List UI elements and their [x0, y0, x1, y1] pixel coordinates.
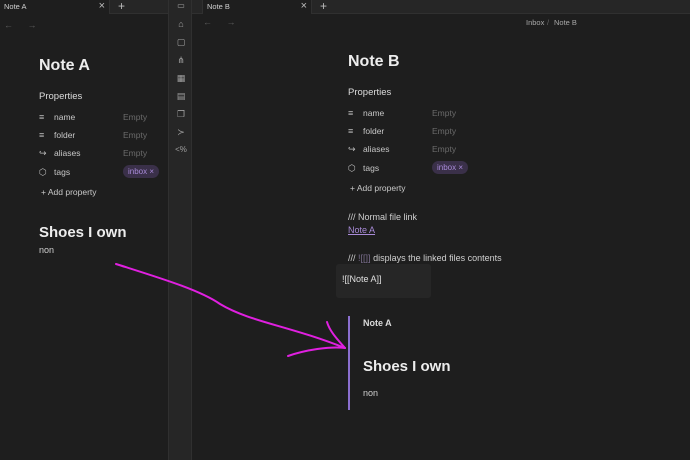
tag-inbox[interactable]: inbox ×: [432, 161, 469, 174]
text-icon: ≡: [39, 130, 45, 140]
forward-arrow-icon: ↪: [39, 148, 47, 158]
embedded-note[interactable]: Note A Shoes I own non: [348, 316, 498, 410]
property-value[interactable]: Empty: [123, 148, 147, 158]
text-icon: ≡: [348, 126, 354, 136]
property-row-aliases[interactable]: ↪ aliases Empty: [39, 148, 168, 162]
graph-icon[interactable]: ⋔: [175, 54, 187, 66]
close-icon[interactable]: ×: [99, 0, 105, 12]
calendar-icon[interactable]: ▤: [175, 90, 187, 102]
file-icon[interactable]: ▢: [175, 36, 187, 48]
text-icon: ≡: [39, 112, 45, 122]
property-row-tags[interactable]: ⬡ tags inbox ×: [348, 161, 488, 177]
property-key: folder: [363, 126, 385, 136]
property-key: folder: [54, 130, 76, 140]
note-title: Note B: [348, 53, 400, 70]
properties-heading: Properties: [348, 87, 392, 98]
home-icon[interactable]: ⌂: [175, 18, 187, 30]
internal-link-note-a[interactable]: Note A: [348, 225, 375, 235]
tab-bar: Note B × +: [192, 0, 690, 14]
copy-icon[interactable]: ❐: [175, 108, 187, 120]
embed-heading: Shoes I own: [363, 358, 451, 375]
close-icon[interactable]: ×: [301, 0, 307, 12]
property-value[interactable]: Empty: [432, 126, 456, 136]
new-tab-icon[interactable]: +: [118, 0, 125, 13]
sidebar-toggle-icon[interactable]: ▭: [175, 0, 187, 12]
inline-code: ![[]]: [358, 253, 371, 263]
property-value[interactable]: Empty: [432, 144, 456, 154]
breadcrumb-separator: /: [547, 18, 550, 27]
add-property-button[interactable]: + Add property: [41, 187, 97, 197]
property-value[interactable]: Empty: [432, 108, 456, 118]
add-property-button[interactable]: + Add property: [350, 183, 406, 193]
tab-label: Note A: [4, 2, 27, 11]
tab-note-b[interactable]: Note B ×: [202, 0, 312, 14]
property-key: name: [54, 112, 76, 122]
tag-icon: ⬡: [39, 167, 47, 177]
left-pane: Note A × + ← → Note A Properties ≡ name …: [0, 0, 168, 460]
new-tab-icon[interactable]: +: [320, 0, 327, 13]
property-row-name[interactable]: ≡ name Empty: [348, 108, 488, 122]
embed-body: non: [363, 388, 379, 398]
property-key: tags: [363, 163, 380, 173]
grid-icon[interactable]: ▦: [175, 72, 187, 84]
nav-arrows[interactable]: ← →: [4, 20, 43, 30]
tag-inbox[interactable]: inbox ×: [123, 165, 160, 178]
breadcrumb-folder[interactable]: Inbox: [526, 18, 544, 27]
code-text: ![[Note A]]: [342, 274, 382, 284]
tab-note-a[interactable]: Note A ×: [0, 0, 110, 14]
ribbon: ▭ ⌂ ▢ ⋔ ▦ ▤ ❐ ≻ <%: [168, 0, 192, 460]
property-row-tags[interactable]: ⬡ tags inbox ×: [39, 165, 168, 181]
forward-arrow-icon: ↪: [348, 144, 356, 154]
property-key: tags: [54, 167, 71, 177]
property-row-name[interactable]: ≡ name Empty: [39, 112, 168, 126]
right-pane: Note B × + ← → Inbox / Note B Note B Pro…: [192, 0, 690, 460]
property-row-folder[interactable]: ≡ folder Empty: [348, 126, 488, 140]
comment-embed: /// ![[]] displays the linked files cont…: [348, 253, 502, 263]
nav-arrows[interactable]: ← →: [203, 17, 242, 27]
body-text: non: [39, 245, 55, 255]
property-key: name: [363, 108, 385, 118]
tab-label: Note B: [207, 2, 230, 11]
comment-prefix: ///: [348, 253, 356, 263]
text-icon: ≡: [348, 108, 354, 118]
property-key: aliases: [363, 144, 390, 154]
comment-suffix: displays the linked files contents: [373, 253, 502, 263]
tab-bar: Note A × +: [0, 0, 168, 14]
terminal-icon[interactable]: ≻: [175, 126, 187, 138]
properties-heading: Properties: [39, 91, 83, 102]
breadcrumb-note[interactable]: Note B: [554, 18, 577, 27]
comment-normal-link: /// Normal file link: [348, 212, 418, 222]
code-block[interactable]: ![[Note A]]: [336, 264, 431, 298]
property-row-folder[interactable]: ≡ folder Empty: [39, 130, 168, 144]
code-icon[interactable]: <%: [175, 144, 187, 156]
tag-icon: ⬡: [348, 163, 356, 173]
note-title: Note A: [39, 57, 90, 74]
heading-shoes: Shoes I own: [39, 224, 127, 241]
property-value[interactable]: Empty: [123, 130, 147, 140]
property-key: aliases: [54, 148, 81, 158]
property-row-aliases[interactable]: ↪ aliases Empty: [348, 144, 488, 158]
property-value[interactable]: Empty: [123, 112, 147, 122]
embed-title: Note A: [363, 318, 392, 328]
